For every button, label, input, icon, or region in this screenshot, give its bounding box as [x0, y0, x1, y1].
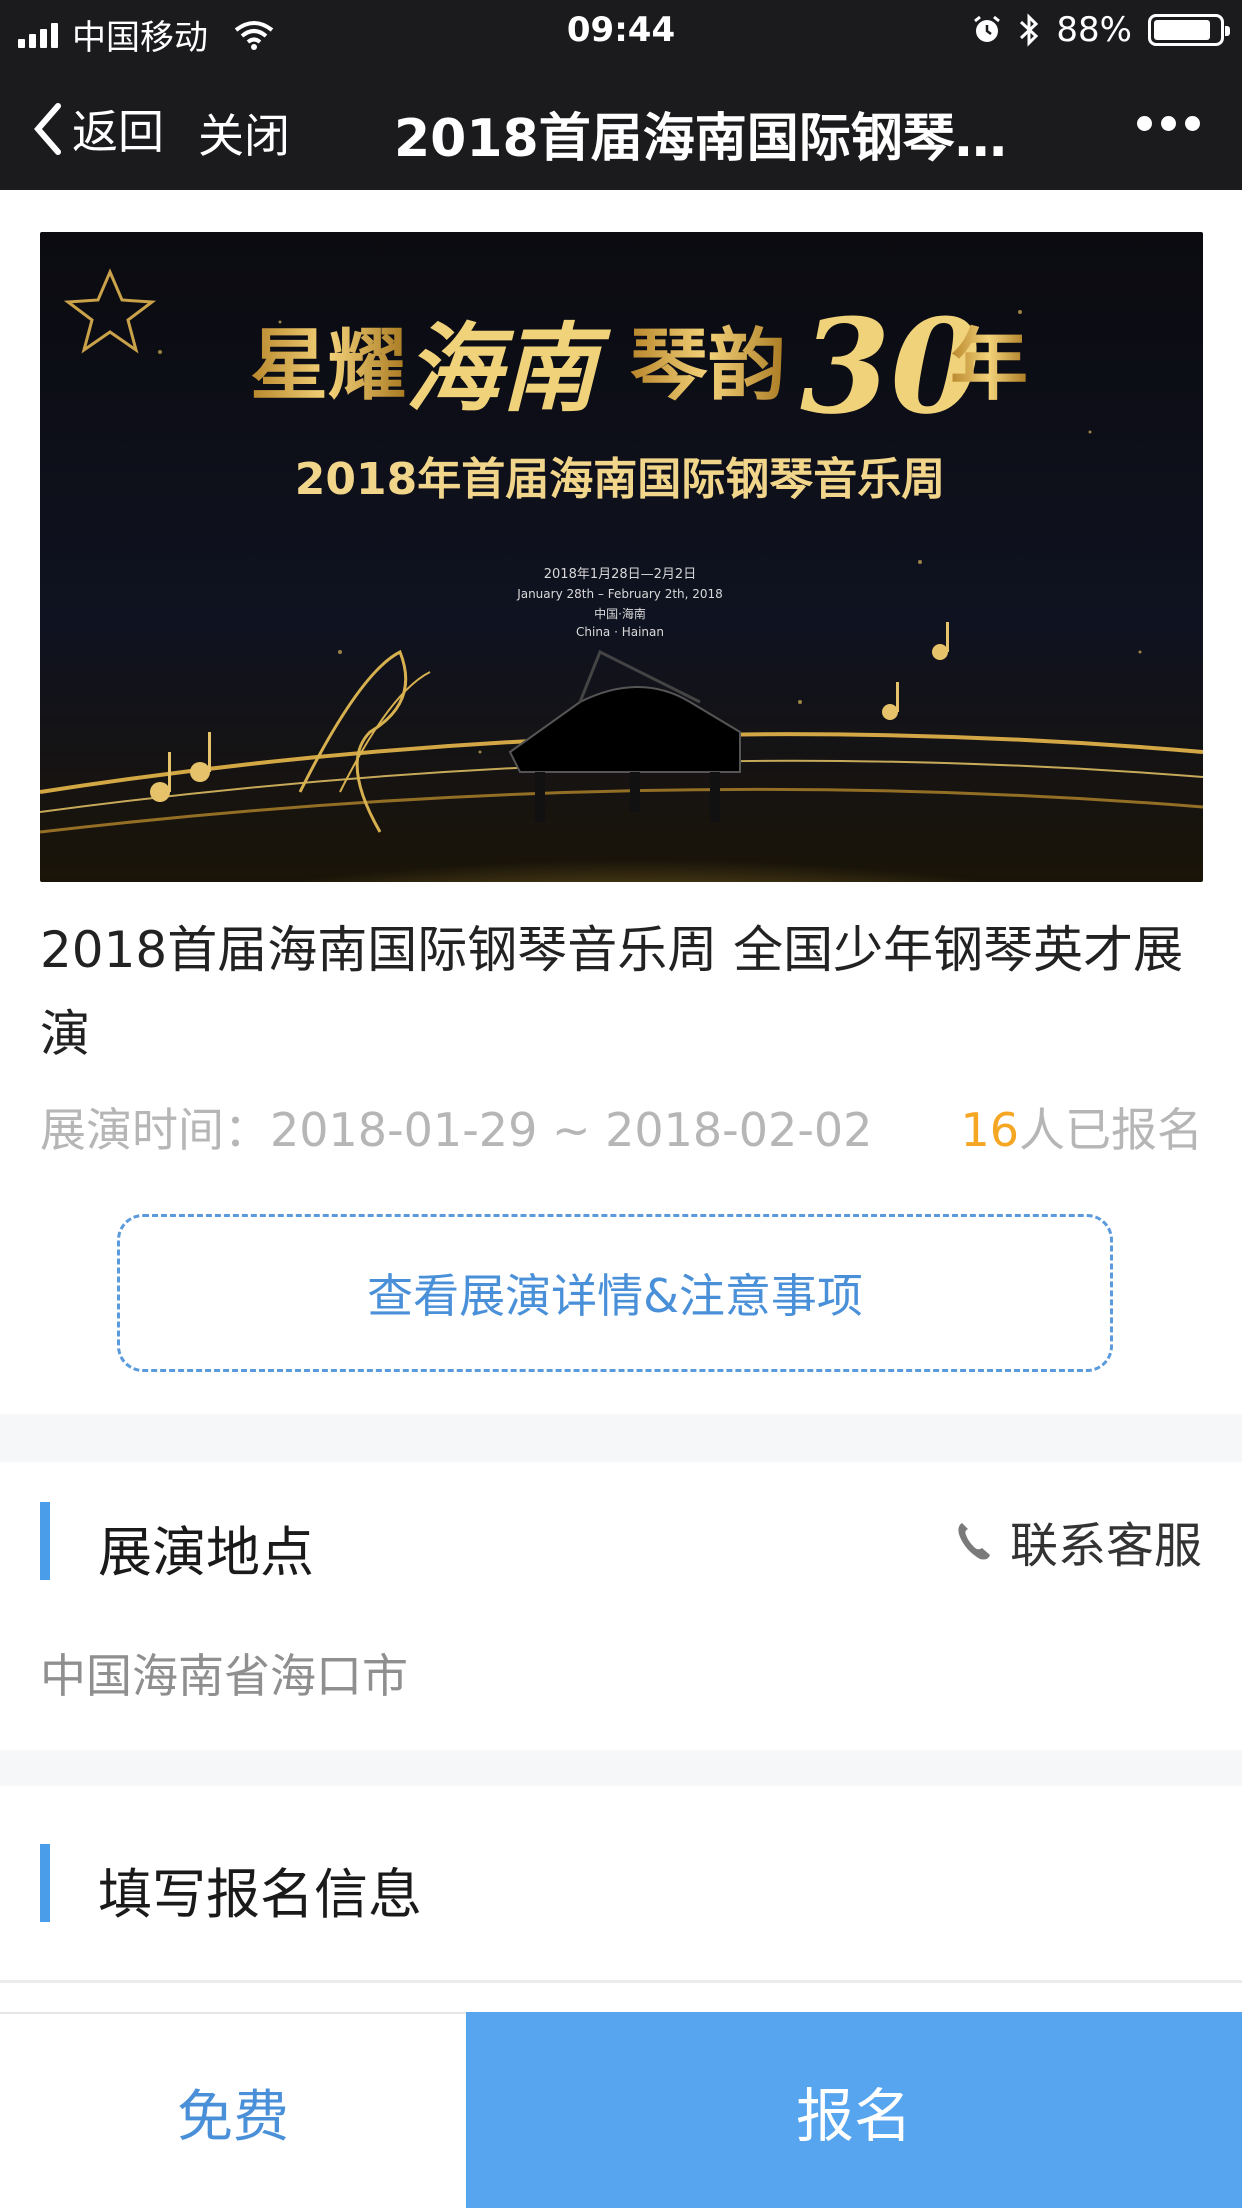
banner-headline-3: 年: [950, 320, 1028, 411]
registration-count: 16人已报名: [960, 1094, 1203, 1160]
close-button[interactable]: 关闭: [198, 100, 290, 166]
banner-date-cn: 2018年1月28日—2月2日: [544, 567, 696, 582]
signup-button[interactable]: 报名: [466, 2012, 1242, 2208]
nav-bar: 返回 关闭 2018首届海南国际钢琴…: [0, 62, 1242, 190]
battery-percent: 88%: [1056, 10, 1132, 50]
banner-headline-script: 海南: [405, 312, 612, 425]
alarm-icon: [974, 15, 1001, 42]
banner-headline-2: 琴韵: [630, 320, 786, 411]
back-label: 返回: [72, 105, 164, 159]
status-right: 88%: [972, 10, 1230, 50]
divider: [0, 1980, 1242, 1983]
bottom-bar: 免费 报名: [0, 2012, 1242, 2208]
banner-headline-1: 星耀: [250, 320, 406, 411]
section-accent-bar: [40, 1844, 50, 1922]
more-icon[interactable]: [1137, 116, 1200, 131]
venue-address: 中国海南省海口市: [40, 1649, 408, 1703]
back-button[interactable]: 返回: [30, 96, 164, 162]
banner-date-en: January 28th – February 2th, 2018: [516, 587, 723, 601]
event-banner: 星耀 海南 琴韵 30 年 2018年首届海南国际钢琴音乐周 2018年1月28…: [40, 232, 1203, 882]
section-accent-bar: [40, 1502, 50, 1580]
section-gap: [0, 1414, 1242, 1462]
event-time: 展演时间：2018-01-29 ~ 2018-02-02: [40, 1103, 873, 1157]
venue-section-header: 展演地点 联系客服: [0, 1502, 1242, 1584]
signup-section-header: 填写报名信息: [0, 1844, 1242, 1926]
section-gap: [0, 1750, 1242, 1786]
price-label: 免费: [177, 2084, 289, 2150]
view-details-button[interactable]: 查看展演详情&注意事项: [117, 1214, 1113, 1372]
banner-image: 星耀 海南 琴韵 30 年 2018年首届海南国际钢琴音乐周 2018年1月28…: [40, 232, 1203, 882]
back-chevron-icon: [34, 103, 61, 155]
banner-subtitle: 2018年首届海南国际钢琴音乐周: [295, 454, 945, 505]
signup-section-title: 填写报名信息: [98, 1863, 422, 1926]
battery-cap: [1225, 26, 1230, 36]
status-bar: 中国移动 09:44 88%: [0, 0, 1242, 62]
page-title: 2018首届海南国际钢琴…: [394, 109, 1007, 169]
phone-icon: [958, 1523, 990, 1560]
venue-section-title: 展演地点: [98, 1521, 314, 1584]
contact-label: 联系客服: [1009, 1518, 1202, 1574]
banner-location-cn: 中国·海南: [594, 606, 646, 621]
battery-icon: [1148, 14, 1230, 46]
count-suffix: 人已报名: [1019, 1103, 1203, 1157]
bluetooth-icon: [1020, 13, 1039, 47]
battery-level: [1154, 20, 1211, 40]
event-title: 2018首届海南国际钢琴音乐周 全国少年钢琴英才展演: [40, 921, 1184, 1063]
count-number: 16: [960, 1103, 1019, 1157]
contact-service-button[interactable]: 联系客服: [956, 1506, 1202, 1576]
banner-location-en: China · Hainan: [576, 625, 664, 639]
